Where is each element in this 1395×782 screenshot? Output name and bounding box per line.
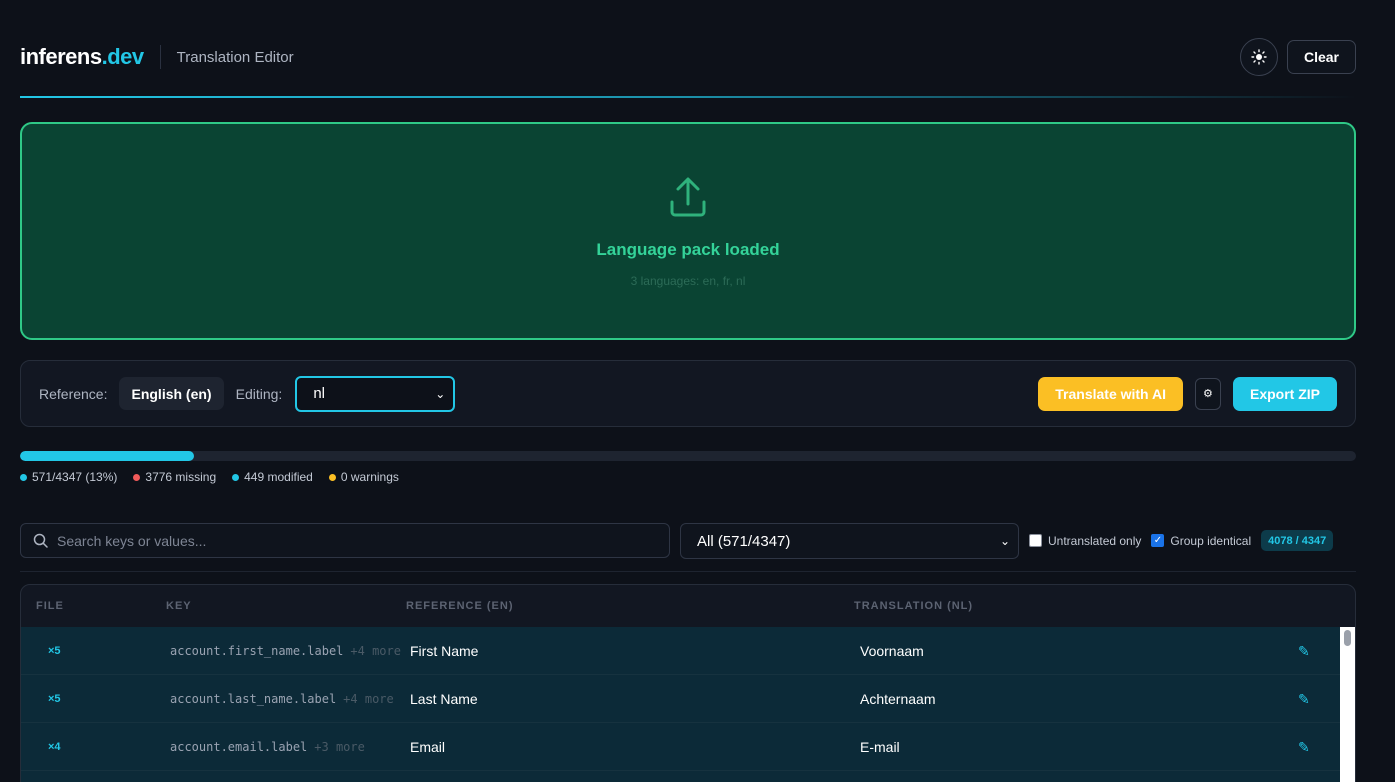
search-placeholder: Search keys or values... xyxy=(57,532,207,549)
translation-key: account.last_name.label +4 more xyxy=(170,692,394,706)
dropzone-title: Language pack loaded xyxy=(596,240,780,259)
search-input[interactable]: Search keys or values... xyxy=(20,523,670,558)
progress-stats: 571/4347 (13%) 3776 missing 449 modified… xyxy=(20,469,399,485)
section-divider xyxy=(20,571,1356,572)
column-header-key[interactable]: KEY xyxy=(166,600,192,612)
upload-icon xyxy=(670,177,706,217)
clear-button[interactable]: Clear xyxy=(1286,40,1356,74)
reference-text: Last Name xyxy=(410,691,478,707)
editing-language-select[interactable]: nl ⌄ xyxy=(295,375,456,412)
header-accent-line xyxy=(20,96,1356,98)
reference-text: Email xyxy=(410,739,446,755)
language-toolbar: Reference: English (en) Editing: nl ⌄ Tr… xyxy=(20,360,1356,427)
column-header-translation[interactable]: TRANSLATION (NL) xyxy=(854,600,973,612)
gear-icon: ⚙ xyxy=(1203,388,1213,400)
more-keys: +4 more xyxy=(350,644,401,658)
filter-checkboxes: Untranslated only ✓ Group identical 4078… xyxy=(1029,530,1334,551)
reference-label: Reference: xyxy=(39,385,108,402)
column-header-reference[interactable]: REFERENCE (EN) xyxy=(406,600,514,612)
translation-key: account.email.label +3 more xyxy=(170,740,365,754)
translation-text[interactable]: Voornaam xyxy=(860,627,924,675)
status-filter-value: All (571/4347) xyxy=(697,532,791,550)
stat-modified: 449 modified xyxy=(232,470,313,484)
group-identical-toggle[interactable]: ✓ Group identical xyxy=(1151,534,1251,548)
untranslated-only-toggle[interactable]: Untranslated only xyxy=(1029,534,1141,548)
ai-settings-button[interactable]: ⚙ xyxy=(1194,377,1221,410)
editing-label: Editing: xyxy=(235,385,283,402)
search-icon xyxy=(33,533,48,548)
more-keys: +4 more xyxy=(343,692,394,706)
header-actions: Clear xyxy=(1239,38,1356,76)
table-row[interactable]: ×4 account.email.label +3 more Email E-ma… xyxy=(21,723,1340,771)
reference-language-chip: English (en) xyxy=(119,377,224,410)
progress-fill xyxy=(20,451,194,461)
table-row[interactable]: ×5 account.last_name.label +4 more Last N… xyxy=(21,675,1340,723)
column-header-file[interactable]: FILE xyxy=(36,600,64,612)
missing-dot-icon xyxy=(133,473,141,481)
stat-translated: 571/4347 (13%) xyxy=(20,470,117,484)
upload-dropzone[interactable]: Language pack loaded 3 languages: en, fr… xyxy=(20,122,1356,340)
table-body: ×5 account.first_name.label +4 more First… xyxy=(21,627,1340,782)
translate-with-ai-button[interactable]: Translate with AI xyxy=(1038,376,1183,411)
translation-editor-page: inferens.dev Translation Editor Clear La… xyxy=(0,0,1395,782)
dropzone-subtitle: 3 languages: en, fr, nl xyxy=(630,274,746,288)
brand-logo[interactable]: inferens.dev xyxy=(20,44,144,70)
theme-toggle-button[interactable] xyxy=(1239,38,1278,76)
warnings-dot-icon xyxy=(328,473,336,481)
file-count: ×5 xyxy=(48,645,61,657)
stat-missing: 3776 missing xyxy=(133,470,216,484)
group-identical-checkbox[interactable]: ✓ xyxy=(1151,534,1165,547)
translation-text[interactable]: Achternaam xyxy=(860,675,935,723)
chevron-down-icon: ⌄ xyxy=(999,534,1010,548)
scrollbar-thumb[interactable] xyxy=(1344,630,1351,646)
toolbar-actions: Translate with AI ⚙ Export ZIP xyxy=(1038,376,1337,411)
reference-text: First Name xyxy=(410,643,479,659)
pencil-icon[interactable]: ✎ xyxy=(1298,675,1310,723)
translations-table: FILE KEY REFERENCE (EN) TRANSLATION (NL)… xyxy=(20,584,1356,782)
header-divider xyxy=(159,45,161,69)
page-subtitle: Translation Editor xyxy=(176,48,294,66)
stat-warnings: 0 warnings xyxy=(328,470,399,484)
visible-count-badge: 4078 / 4347 xyxy=(1261,530,1334,551)
table-row[interactable]: ×5 account.first_name.label +4 more First… xyxy=(21,627,1340,675)
more-keys: +3 more xyxy=(314,740,365,754)
pencil-icon[interactable]: ✎ xyxy=(1298,627,1310,675)
table-scrollbar[interactable] xyxy=(1340,627,1355,782)
translation-key: account.first_name.label +4 more xyxy=(170,644,401,658)
table-row[interactable] xyxy=(21,771,1340,782)
group-identical-label: Group identical xyxy=(1170,533,1252,548)
untranslated-only-checkbox[interactable] xyxy=(1029,534,1042,547)
file-count: ×4 xyxy=(48,741,61,753)
export-zip-button[interactable]: Export ZIP xyxy=(1232,376,1337,411)
chevron-down-icon: ⌄ xyxy=(435,386,446,401)
editing-language-value: nl xyxy=(313,385,325,402)
translated-dot-icon xyxy=(20,473,27,481)
pencil-icon[interactable]: ✎ xyxy=(1298,723,1310,771)
translation-text[interactable]: E-mail xyxy=(860,723,900,771)
untranslated-only-label: Untranslated only xyxy=(1048,533,1142,548)
translation-progress-bar xyxy=(20,451,1356,461)
status-filter-select[interactable]: All (571/4347) ⌄ xyxy=(680,523,1019,559)
table-header: FILE KEY REFERENCE (EN) TRANSLATION (NL) xyxy=(21,585,1355,627)
sun-icon xyxy=(1251,49,1267,65)
file-count: ×5 xyxy=(48,693,61,705)
modified-dot-icon xyxy=(232,473,240,481)
app-header: inferens.dev Translation Editor Clear xyxy=(20,36,1356,78)
